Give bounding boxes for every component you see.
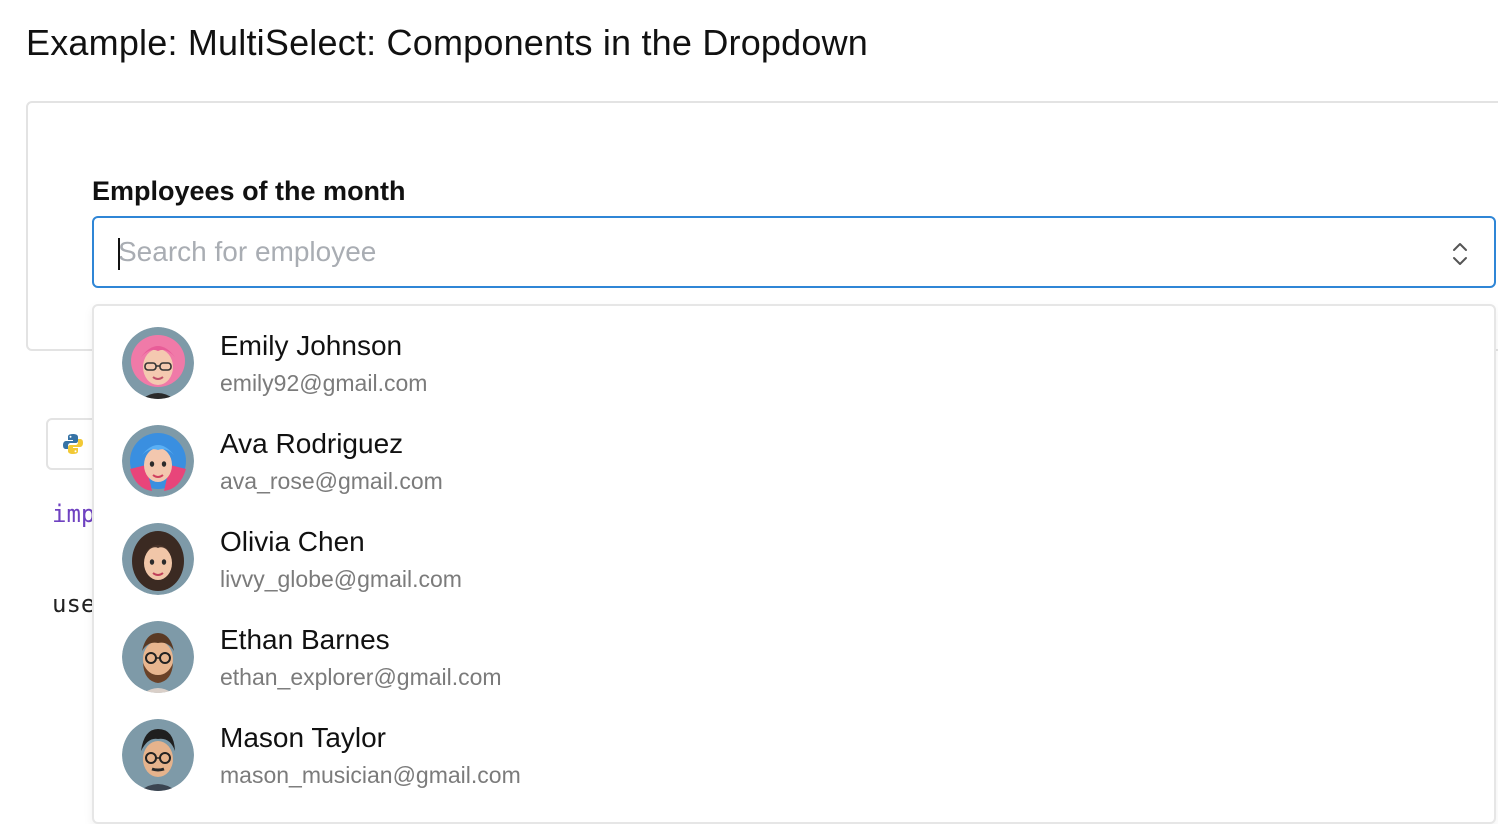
employee-email: ethan_explorer@gmail.com [220,664,502,690]
dropdown-option[interactable]: Ethan Barnes ethan_explorer@gmail.com [94,600,1494,698]
dropdown-option[interactable]: Mason Taylor mason_musician@gmail.com [94,698,1494,796]
avatar-long-dark-hair [122,523,194,595]
employee-email: livvy_globe@gmail.com [220,566,462,592]
page-title: Example: MultiSelect: Components in the … [26,22,869,63]
employee-name: Ethan Barnes [220,624,390,655]
field-label: Employees of the month [92,176,406,206]
code-line-1: imp [52,500,96,528]
multiselect-search-box[interactable] [92,216,1496,288]
avatar-beard-glasses [122,621,194,693]
avatar-blue-pink-hair [122,425,194,497]
search-input[interactable] [118,232,1418,272]
employee-name: Olivia Chen [220,526,365,557]
employee-name: Emily Johnson [220,330,403,361]
dropdown-option[interactable]: Olivia Chen livvy_globe@gmail.com [94,502,1494,600]
text-cursor [118,238,120,270]
code-line-2: use [52,590,96,618]
dropdown-option[interactable]: Emily Johnson emily92@gmail.com [94,306,1494,404]
employee-email: mason_musician@gmail.com [220,762,521,788]
python-icon [62,433,84,455]
avatar-pink-hair-glasses [122,327,194,399]
employee-email: emily92@gmail.com [220,370,428,396]
avatar-glasses-dark-hair [122,719,194,791]
dropdown-menu: Emily Johnson emily92@gmail.com Ava Rodr… [92,304,1496,824]
employee-name: Ava Rodriguez [220,428,404,459]
employee-name: Mason Taylor [220,722,387,753]
dropdown-option[interactable]: Ava Rodriguez ava_rose@gmail.com [94,404,1494,502]
chevron-up-down-icon[interactable] [1450,240,1470,268]
employee-email: ava_rose@gmail.com [220,468,443,494]
